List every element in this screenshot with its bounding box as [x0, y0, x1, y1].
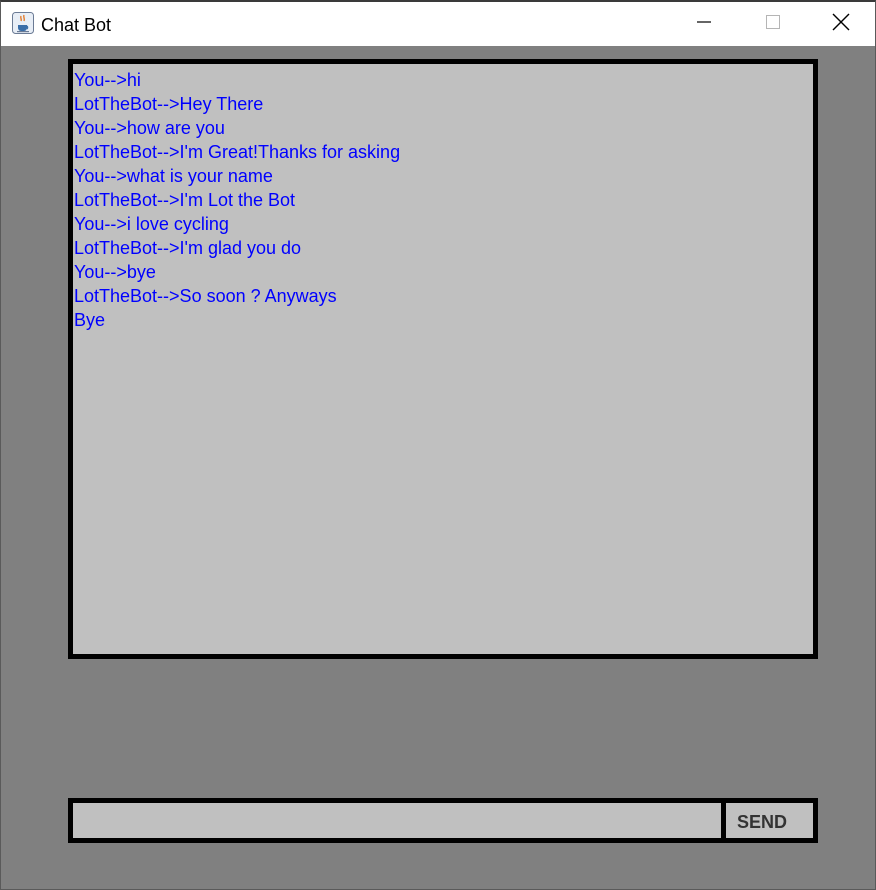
chat-line: You-->bye [74, 262, 156, 282]
message-input[interactable] [73, 803, 721, 838]
chat-line: LotTheBot-->So soon ? Anyways [74, 286, 337, 306]
minimize-icon [696, 14, 712, 35]
maximize-icon [765, 14, 781, 35]
chat-line: LotTheBot-->I'm Lot the Bot [74, 190, 296, 210]
java-coffee-cup-icon [12, 12, 34, 34]
chat-line: You-->what is your name [74, 166, 273, 186]
chat-line: LotTheBot-->Hey There [74, 94, 264, 114]
close-icon [832, 13, 850, 36]
chat-line: You-->how are you [74, 118, 225, 138]
message-input-row: SEND [68, 798, 818, 843]
chat-line: LotTheBot-->I'm Great!Thanks for asking [74, 142, 401, 162]
chat-bot-window: Chat Bot You-->hi LotTheBot-->Hey There … [0, 0, 876, 890]
chat-line: You-->i love cycling [74, 214, 229, 234]
window-title: Chat Bot [41, 15, 112, 35]
title-bar[interactable]: Chat Bot [1, 2, 875, 46]
chat-history-area[interactable]: You-->hi LotTheBot-->Hey There You-->how… [68, 59, 818, 659]
chat-line: Bye [74, 310, 106, 330]
chat-line: You-->hi [74, 70, 141, 90]
close-button[interactable] [807, 2, 875, 46]
send-button[interactable]: SEND [726, 803, 813, 838]
minimize-button[interactable] [670, 2, 738, 46]
chat-line: LotTheBot-->I'm glad you do [74, 238, 302, 258]
maximize-button[interactable] [739, 2, 807, 46]
